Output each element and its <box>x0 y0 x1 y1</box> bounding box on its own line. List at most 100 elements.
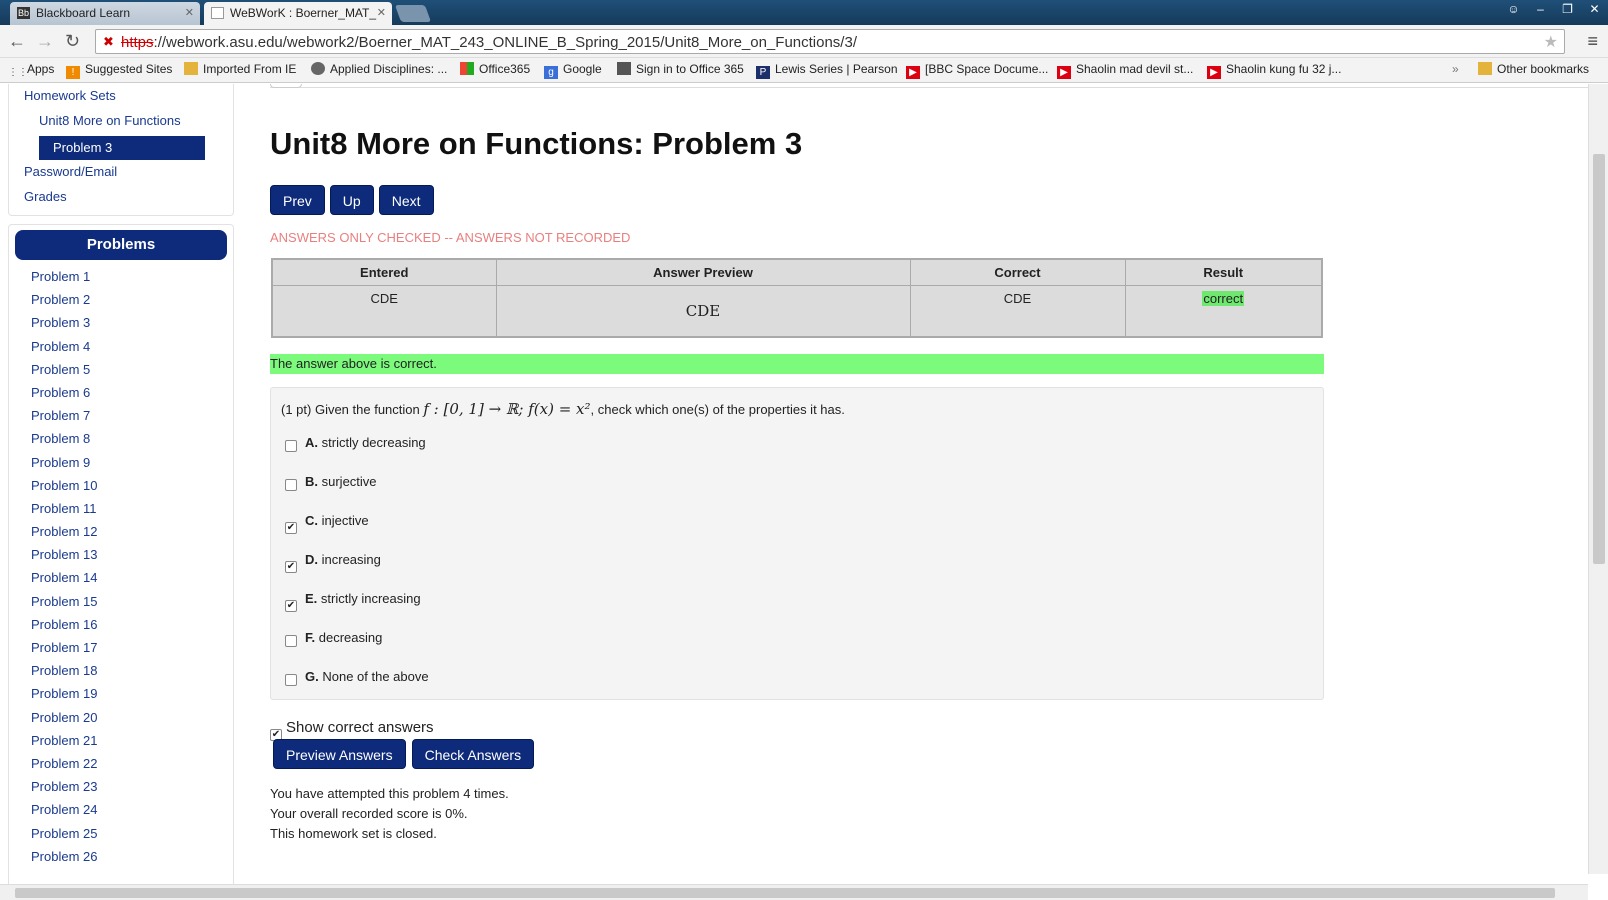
col-answer-preview: Answer Preview <box>495 258 911 286</box>
option-letter: G. <box>305 669 319 684</box>
problem-link[interactable]: Problem 13 <box>31 547 97 570</box>
bookmarks-overflow-chevron[interactable]: » <box>1452 62 1459 76</box>
password-email-link[interactable]: Password/Email <box>24 164 117 179</box>
set-link[interactable]: Unit8 More on Functions <box>39 113 181 128</box>
close-window-icon[interactable]: ✕ <box>1581 0 1608 18</box>
menu-icon[interactable]: ≡ <box>1587 31 1598 52</box>
current-problem-link[interactable]: Problem 3 <box>39 136 205 160</box>
back-arrow-icon[interactable]: ← <box>8 32 26 50</box>
option-checkbox[interactable]: ✔ <box>285 522 297 534</box>
page-content: Homework Sets Unit8 More on Functions Pr… <box>0 84 1588 884</box>
homework-sets-link[interactable]: Homework Sets <box>24 88 116 103</box>
bookmark-other[interactable]: Other bookmarks <box>1478 62 1589 76</box>
check-answers-button[interactable]: Check Answers <box>411 739 535 769</box>
problem-link[interactable]: Problem 10 <box>31 478 97 501</box>
problem-link[interactable]: Problem 4 <box>31 339 97 362</box>
forward-arrow-icon[interactable]: → <box>36 32 54 50</box>
bookmark-office365[interactable]: Office365 <box>460 62 530 76</box>
restore-icon[interactable]: ❐ <box>1554 0 1581 18</box>
youtube-icon: ▶ <box>1057 66 1071 79</box>
problem-link[interactable]: Problem 5 <box>31 362 97 385</box>
problem-link[interactable]: Problem 1 <box>31 269 97 292</box>
option-checkbox[interactable]: ✔ <box>285 561 297 573</box>
prev-button[interactable]: Prev <box>270 185 325 215</box>
insecure-lock-icon[interactable]: ✖ <box>103 34 114 50</box>
problem-link[interactable]: Problem 19 <box>31 686 97 709</box>
problem-link[interactable]: Problem 25 <box>31 826 97 849</box>
problem-link[interactable]: Problem 8 <box>31 431 97 454</box>
option-row[interactable]: ✔ E. strictly increasing <box>285 591 421 612</box>
option-row[interactable]: F. decreasing <box>285 630 382 647</box>
option-row[interactable]: A. strictly decreasing <box>285 435 426 452</box>
problem-link[interactable]: Problem 12 <box>31 524 97 547</box>
problem-link[interactable]: Problem 21 <box>31 733 97 756</box>
problem-link[interactable]: Problem 14 <box>31 570 97 593</box>
option-checkbox[interactable]: ✔ <box>285 600 297 612</box>
problem-link[interactable]: Problem 15 <box>31 594 97 617</box>
problem-link[interactable]: Problem 6 <box>31 385 97 408</box>
problem-link[interactable]: Problem 9 <box>31 455 97 478</box>
option-checkbox[interactable] <box>285 440 297 452</box>
next-button[interactable]: Next <box>378 185 434 215</box>
bookmark-lewis-series[interactable]: P Lewis Series | Pearson <box>756 62 898 79</box>
option-checkbox[interactable] <box>285 479 297 491</box>
problem-link[interactable]: Problem 17 <box>31 640 97 663</box>
bookmark-applied-disciplines[interactable]: Applied Disciplines: ... <box>311 62 447 76</box>
option-letter: D. <box>305 552 318 567</box>
user-icon[interactable]: ☺ <box>1500 0 1527 18</box>
bookmark-apps[interactable]: ⋮⋮Apps <box>8 62 54 79</box>
preview-answers-button[interactable]: Preview Answers <box>273 739 406 769</box>
problem-link[interactable]: Problem 20 <box>31 710 97 733</box>
problem-link[interactable]: Problem 11 <box>31 501 97 524</box>
reload-icon[interactable]: ↻ <box>65 32 80 50</box>
problem-link[interactable]: Problem 23 <box>31 779 97 802</box>
problem-link[interactable]: Problem 24 <box>31 802 97 825</box>
option-row[interactable]: G. None of the above <box>285 669 429 686</box>
bookmark-star-icon[interactable]: ★ <box>1544 32 1558 52</box>
score-text: Your overall recorded score is 0%. <box>270 806 468 821</box>
up-button[interactable]: Up <box>329 185 374 215</box>
problem-link[interactable]: Problem 2 <box>31 292 97 315</box>
question-suffix: , check which one(s) of the properties i… <box>590 402 845 417</box>
bookmark-bbc-space[interactable]: ▶ [BBC Space Docume... <box>906 62 1048 79</box>
option-text: injective <box>321 513 369 528</box>
url-text[interactable]: https://webwork.asu.edu/webwork2/Boerner… <box>121 34 857 51</box>
option-row[interactable]: B. surjective <box>285 474 377 491</box>
vertical-scroll-thumb[interactable] <box>1593 154 1605 564</box>
bookmark-label: Shaolin mad devil st... <box>1076 62 1194 76</box>
vertical-scrollbar[interactable] <box>1588 84 1608 874</box>
problem-link[interactable]: Problem 26 <box>31 849 97 872</box>
bookmark-google[interactable]: g Google <box>544 62 602 79</box>
problem-link[interactable]: Problem 7 <box>31 408 97 431</box>
option-text: None of the above <box>322 669 429 684</box>
problem-link[interactable]: Problem 16 <box>31 617 97 640</box>
bookmark-suggested-sites[interactable]: ! Suggested Sites <box>66 62 172 79</box>
bookmark-label: Apps <box>27 62 55 76</box>
new-tab-button[interactable] <box>394 5 432 22</box>
horizontal-scroll-thumb[interactable] <box>15 888 1555 898</box>
close-tab-icon[interactable]: ✕ <box>185 2 194 24</box>
minimize-icon[interactable]: – <box>1527 0 1554 18</box>
problem-link[interactable]: Problem 3 <box>31 315 97 338</box>
tab-webwork[interactable]: WeBWorK : Boerner_MAT_ ✕ <box>204 2 392 25</box>
bookmark-office365-signin[interactable]: Sign in to Office 365 <box>617 62 744 76</box>
horizontal-scrollbar[interactable] <box>0 884 1588 900</box>
tab-blackboard[interactable]: Bb Blackboard Learn ✕ <box>10 2 200 25</box>
option-row[interactable]: ✔ D. increasing <box>285 552 381 573</box>
option-checkbox[interactable] <box>285 674 297 686</box>
bookmark-shaolin-kung-fu[interactable]: ▶ Shaolin kung fu 32 j... <box>1207 62 1341 79</box>
show-correct-answers[interactable]: ✔ Show correct answers <box>270 719 434 741</box>
bookmark-imported-from-ie[interactable]: Imported From IE <box>184 62 296 76</box>
problem-link[interactable]: Problem 22 <box>31 756 97 779</box>
address-bar[interactable]: ✖ https://webwork.asu.edu/webwork2/Boern… <box>95 29 1565 54</box>
problem-link[interactable]: Problem 18 <box>31 663 97 686</box>
browser-tabstrip: Bb Blackboard Learn ✕ WeBWorK : Boerner_… <box>0 0 1608 25</box>
option-row[interactable]: ✔ C. injective <box>285 513 369 534</box>
grades-link[interactable]: Grades <box>24 189 67 204</box>
bookmark-shaolin-mad-devil[interactable]: ▶ Shaolin mad devil st... <box>1057 62 1193 79</box>
results-table: Entered Answer Preview Correct Result CD… <box>271 258 1323 338</box>
option-checkbox[interactable] <box>285 635 297 647</box>
col-entered: Entered <box>271 258 497 286</box>
divider <box>270 84 1588 88</box>
close-tab-icon[interactable]: ✕ <box>377 2 386 24</box>
